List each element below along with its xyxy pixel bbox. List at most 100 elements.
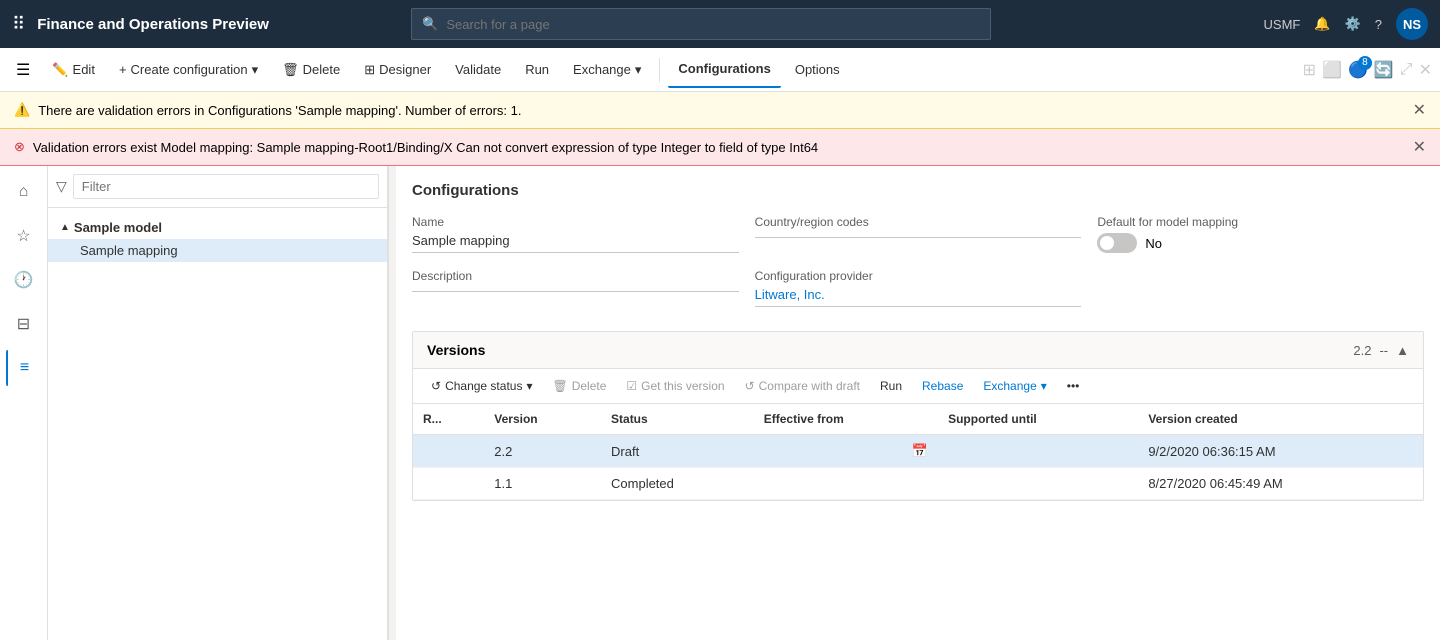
tree-child-node[interactable]: Sample mapping: [48, 239, 387, 262]
change-status-button[interactable]: ↺ Change status ▾: [423, 375, 540, 397]
cmd-edit[interactable]: ✏️ Edit: [42, 52, 105, 88]
default-value: No: [1145, 236, 1162, 251]
exchange-dropdown-icon: ▾: [1041, 379, 1047, 393]
col-version-created: Version created: [1138, 404, 1423, 435]
close-icon[interactable]: ✕: [1419, 60, 1432, 80]
col-effective-from: Effective from: [754, 404, 938, 435]
sidebar-list-icon[interactable]: ≡: [6, 350, 42, 386]
user-code: USMF: [1264, 17, 1301, 32]
fullscreen-icon[interactable]: ⬜: [1322, 60, 1342, 80]
edit-icon: ✏️: [52, 62, 68, 78]
default-toggle[interactable]: [1097, 233, 1137, 253]
tree-collapse-icon[interactable]: ▲: [60, 222, 70, 233]
sidebar-star-icon[interactable]: ☆: [6, 218, 42, 254]
sidebar-icons: ⌂ ☆ 🕐 ⊟ ≡: [0, 166, 48, 640]
create-dropdown-icon: ▾: [252, 62, 259, 78]
top-nav: ⠿ Finance and Operations Preview 🔍 USMF …: [0, 0, 1440, 48]
alert-warning: ⚠️ There are validation errors in Config…: [0, 92, 1440, 129]
cell-effective-from: 📅: [754, 435, 938, 468]
left-panel: ▽ ▲ Sample model Sample mapping: [48, 166, 388, 640]
table-row[interactable]: 2.2 Draft 📅 9/2/2020 06:36:15 AM: [413, 435, 1423, 468]
cell-version: 2.2: [484, 435, 601, 468]
error-text: Validation errors exist Model mapping: S…: [33, 140, 818, 155]
more-button[interactable]: •••: [1059, 375, 1088, 397]
tree-area: ▲ Sample model Sample mapping: [48, 208, 387, 640]
cmd-designer[interactable]: ⊞ Designer: [354, 52, 441, 88]
versions-title: Versions: [427, 342, 485, 358]
alert-error: ⊗ Validation errors exist Model mapping:…: [0, 129, 1440, 166]
cell-version-created: 8/27/2020 06:45:49 AM: [1138, 468, 1423, 500]
cmd-delete[interactable]: 🗑 Delete: [272, 52, 350, 88]
notification-icon[interactable]: 🔔: [1314, 16, 1330, 32]
description-field: Description: [412, 269, 739, 307]
cell-status: Completed: [601, 468, 754, 500]
tree-parent-label: Sample model: [74, 220, 162, 235]
col-version: Version: [484, 404, 601, 435]
cmd-separator: [659, 58, 660, 82]
warning-text: There are validation errors in Configura…: [38, 103, 521, 118]
name-value: Sample mapping: [412, 233, 739, 253]
cmd-validate[interactable]: Validate: [445, 52, 511, 88]
settings-icon[interactable]: ⚙️: [1345, 16, 1361, 32]
tree-parent-node[interactable]: ▲ Sample model: [48, 216, 387, 239]
panel-splitter[interactable]: [388, 166, 396, 640]
cell-r: [413, 468, 484, 500]
default-mapping-field: Default for model mapping No: [1097, 215, 1424, 253]
search-bar[interactable]: 🔍: [411, 8, 991, 40]
error-icon: ⊗: [14, 139, 25, 155]
name-label: Name: [412, 215, 739, 229]
command-bar: ☰ ✏️ Edit + Create configuration ▾ 🗑 Del…: [0, 48, 1440, 92]
refresh-icon[interactable]: 🔄: [1374, 60, 1394, 80]
cmd-options[interactable]: Options: [785, 52, 850, 88]
help-icon[interactable]: ?: [1375, 17, 1382, 32]
cmd-run[interactable]: Run: [515, 52, 559, 88]
versions-collapse-icon[interactable]: ▲: [1396, 343, 1409, 358]
versions-dash: --: [1379, 343, 1388, 358]
sidebar-home-icon[interactable]: ⌂: [6, 174, 42, 210]
provider-value[interactable]: Litware, Inc.: [755, 287, 1082, 307]
toggle-row: No: [1097, 233, 1424, 253]
exchange-dropdown-icon: ▾: [635, 62, 642, 78]
cmd-exchange[interactable]: Exchange ▾: [563, 52, 651, 88]
delete-version-icon: 🗑: [552, 379, 567, 393]
col-r: R...: [413, 404, 484, 435]
col-status: Status: [601, 404, 754, 435]
top-nav-right: USMF 🔔 ⚙️ ? NS: [1264, 8, 1428, 40]
run-version-button[interactable]: Run: [872, 375, 910, 397]
name-field: Name Sample mapping: [412, 215, 739, 253]
cell-status: Draft: [601, 435, 754, 468]
cmd-right-tools: ⊞ ⬜ 🔵 8 🔄 ⤢ ✕: [1303, 60, 1432, 80]
sidebar-calendar-icon[interactable]: ⊟: [6, 306, 42, 342]
view-icon[interactable]: ⊞: [1303, 60, 1316, 80]
table-row[interactable]: 1.1 Completed 8/27/2020 06:45:49 AM: [413, 468, 1423, 500]
apps-icon[interactable]: ⠿: [12, 14, 25, 35]
col-supported-until: Supported until: [938, 404, 1138, 435]
get-this-version-button[interactable]: ☑ Get this version: [618, 375, 732, 397]
description-label: Description: [412, 269, 739, 283]
designer-icon: ⊞: [364, 62, 375, 78]
avatar[interactable]: NS: [1396, 8, 1428, 40]
filter-input[interactable]: [73, 174, 379, 199]
rebase-button[interactable]: Rebase: [914, 375, 971, 397]
cmd-create[interactable]: + Create configuration ▾: [109, 52, 268, 88]
filter-icon: ▽: [56, 178, 67, 195]
search-input[interactable]: [446, 17, 980, 32]
exchange-version-button[interactable]: Exchange ▾: [975, 375, 1054, 397]
country-field: Country/region codes: [755, 215, 1082, 253]
cell-supported-until: [938, 468, 1138, 500]
badge-icon[interactable]: 🔵 8: [1348, 60, 1368, 80]
delete-version-button[interactable]: 🗑 Delete: [544, 375, 614, 397]
sidebar-clock-icon[interactable]: 🕐: [6, 262, 42, 298]
cell-effective-from: [754, 468, 938, 500]
compare-with-draft-button[interactable]: ↺ Compare with draft: [737, 375, 868, 397]
change-status-dropdown-icon: ▾: [526, 379, 532, 393]
maximize-icon[interactable]: ⤢: [1400, 61, 1413, 79]
error-close-button[interactable]: ✕: [1413, 137, 1426, 157]
versions-toolbar: ↺ Change status ▾ 🗑 Delete ☑ Get this ve…: [413, 369, 1423, 404]
warning-close-button[interactable]: ✕: [1413, 100, 1426, 120]
hamburger-icon[interactable]: ☰: [8, 60, 38, 80]
config-form: Name Sample mapping Country/region codes…: [412, 215, 1424, 307]
versions-table: R... Version Status Effective from Suppo…: [413, 404, 1423, 500]
warning-icon: ⚠️: [14, 102, 30, 118]
cmd-configurations[interactable]: Configurations: [668, 52, 780, 88]
